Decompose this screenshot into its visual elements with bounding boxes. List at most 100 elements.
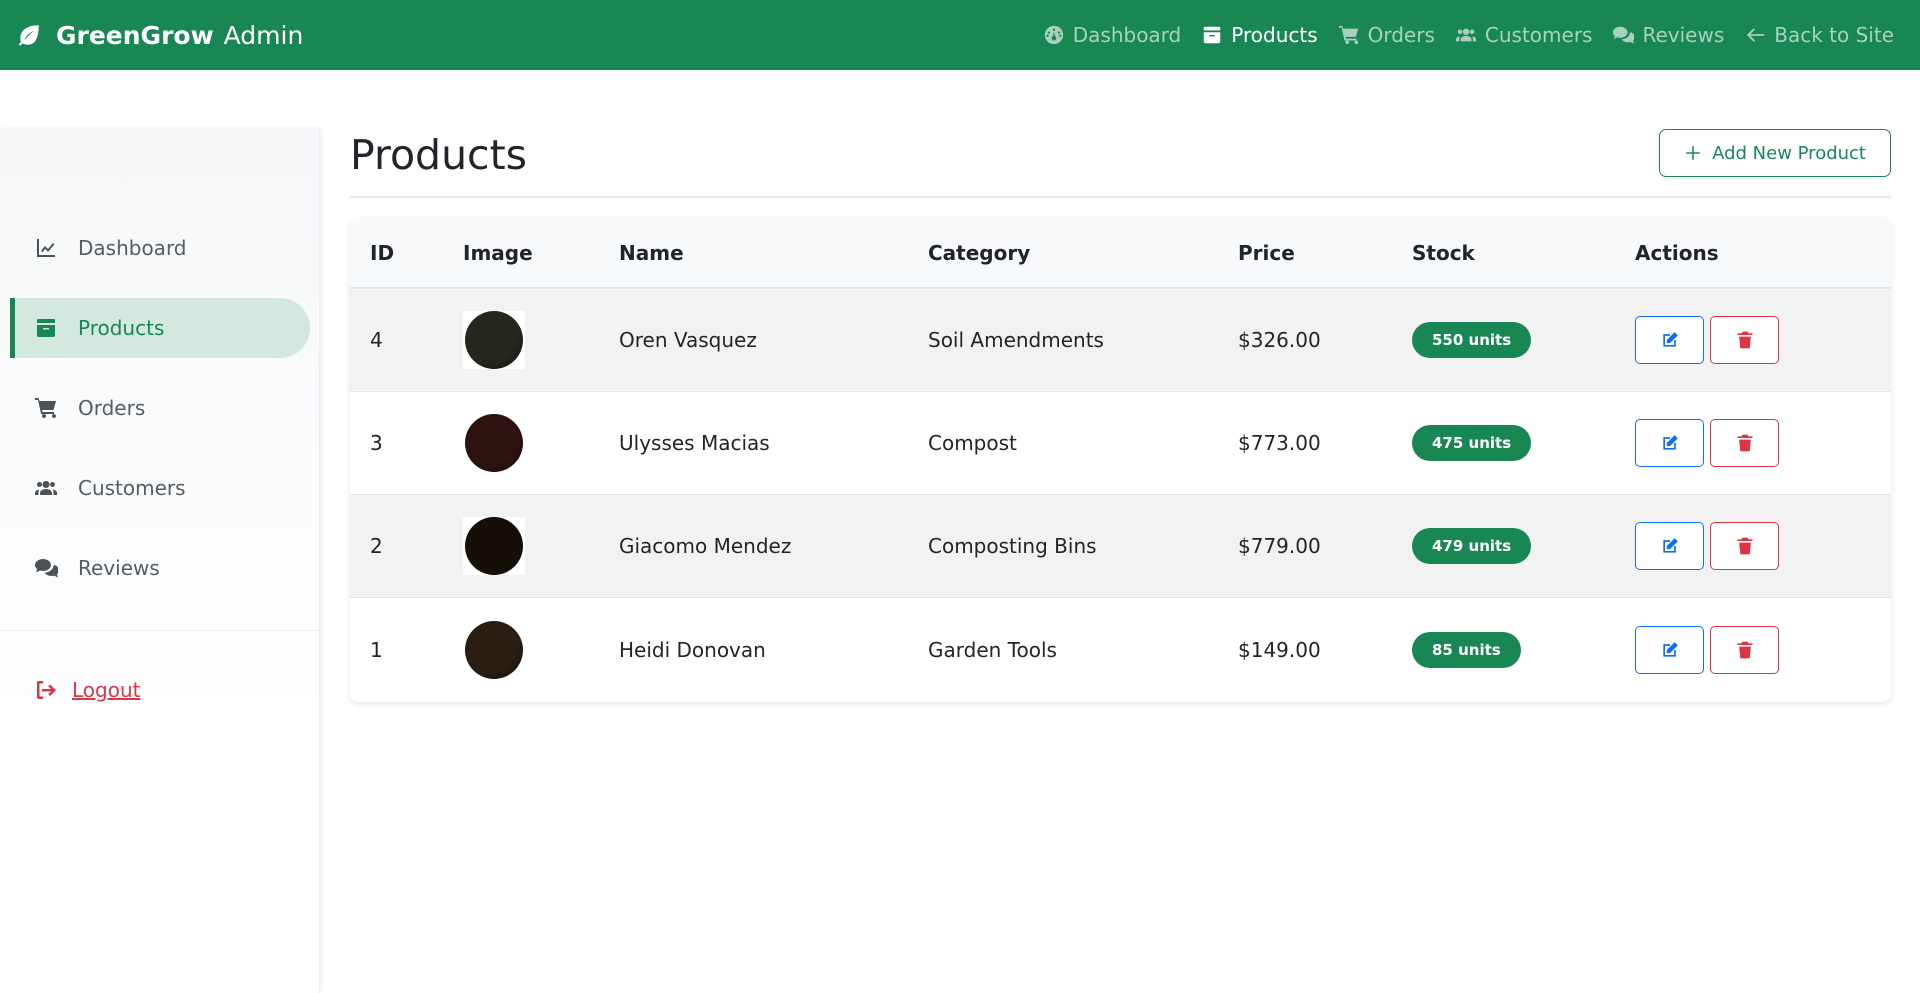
sidebar-item-customers[interactable]: Customers [10, 458, 310, 518]
logout-link[interactable]: Logout [34, 678, 140, 702]
topnav-back-to-site[interactable]: Back to Site [1734, 0, 1904, 70]
edit-icon [1662, 331, 1678, 347]
chart-line-icon [37, 239, 55, 257]
sidebar-item-orders[interactable]: Orders [10, 378, 310, 438]
product-thumbnail[interactable] [463, 620, 525, 679]
column-header-name[interactable]: Name [599, 218, 908, 288]
cell-stock: 85 units [1392, 597, 1615, 702]
users-icon [35, 481, 57, 495]
topnav-customers-label: Customers [1484, 23, 1593, 47]
cell-price: $149.00 [1238, 637, 1321, 662]
cell-name: Giacomo Mendez [619, 533, 792, 558]
box-icon [1204, 26, 1221, 44]
delete-button[interactable] [1710, 418, 1779, 467]
column-header-actions[interactable]: Actions [1615, 218, 1891, 288]
cell-stock: 550 units [1392, 288, 1615, 391]
trash-icon [1737, 537, 1752, 554]
product-thumbnail[interactable] [463, 413, 525, 472]
cart-icon [1338, 25, 1358, 45]
trash-icon [1737, 641, 1752, 659]
cell-id: 1 [370, 637, 383, 662]
sidebar-menu: Dashboard Products Orders Customers Revi… [10, 218, 310, 618]
edit-button[interactable] [1635, 625, 1704, 674]
stock-badge: 475 units [1412, 424, 1532, 461]
sidebar-item-dashboard[interactable]: Dashboard [10, 218, 310, 278]
comments-icon [35, 559, 58, 578]
leaf-icon [18, 25, 39, 46]
trash-icon [1737, 434, 1752, 451]
cell-id: 3 [370, 430, 383, 455]
cart-icon [35, 398, 56, 419]
sidebar-item-products[interactable]: Products [10, 298, 310, 358]
edit-button[interactable] [1635, 315, 1704, 364]
topnav-reviews-label: Reviews [1642, 23, 1725, 47]
topnav-orders[interactable]: Orders [1328, 0, 1445, 70]
stock-badge: 550 units [1412, 321, 1532, 358]
sign-out-icon [37, 681, 56, 699]
top-navbar: GreenGrow Admin Dashboard Products Order… [0, 0, 1920, 70]
topnav-products[interactable]: Products [1191, 0, 1327, 70]
product-image [465, 620, 523, 679]
sidebar-item-label: Reviews [78, 556, 160, 580]
logout-label: Logout [72, 678, 141, 702]
sidebar-item-label: Products [78, 316, 165, 340]
table-row: 1 Heidi Donovan Garden Tools $149.00 85 … [350, 597, 1891, 702]
cell-category: Garden Tools [928, 637, 1057, 662]
arrow-left-icon [1747, 28, 1765, 42]
delete-button[interactable] [1710, 521, 1779, 570]
brand-name: GreenGrow [56, 20, 214, 50]
column-header-id[interactable]: ID [350, 218, 443, 288]
cell-image [443, 288, 599, 391]
sidebar: Dashboard Products Orders Customers Revi… [0, 128, 320, 993]
cell-actions [1615, 597, 1891, 702]
cell-name: Oren Vasquez [619, 327, 757, 352]
product-thumbnail[interactable] [463, 516, 525, 575]
cell-id: 2 [370, 533, 383, 558]
cell-category: Soil Amendments [928, 327, 1104, 352]
cell-stock: 475 units [1392, 391, 1615, 494]
edit-icon [1662, 641, 1678, 657]
top-nav: Dashboard Products Orders Customers Revi… [1033, 0, 1904, 70]
stock-badge: 479 units [1412, 527, 1532, 564]
sidebar-item-label: Orders [78, 396, 146, 420]
delete-button[interactable] [1710, 625, 1779, 674]
sidebar-item-reviews[interactable]: Reviews [10, 538, 310, 598]
topnav-orders-label: Orders [1367, 23, 1435, 47]
column-header-image[interactable]: Image [443, 218, 599, 288]
products-table-card: ID Image Name Category Price Stock Actio… [350, 218, 1891, 702]
cell-actions [1615, 494, 1891, 597]
product-thumbnail[interactable] [463, 310, 525, 369]
page-header: Products Add New Product [350, 128, 1891, 198]
add-product-button[interactable]: Add New Product [1659, 129, 1891, 177]
tachometer-icon [1044, 25, 1063, 45]
table-row: 4 Oren Vasquez Soil Amendments $326.00 5… [350, 288, 1891, 391]
box-icon [37, 319, 55, 337]
edit-icon [1662, 537, 1678, 553]
product-image [465, 516, 523, 575]
topnav-reviews[interactable]: Reviews [1602, 0, 1734, 70]
cell-price: $773.00 [1238, 430, 1321, 455]
sidebar-item-label: Customers [78, 476, 186, 500]
column-header-category[interactable]: Category [908, 218, 1218, 288]
edit-button[interactable] [1635, 418, 1704, 467]
products-table: ID Image Name Category Price Stock Actio… [350, 218, 1891, 702]
topnav-dashboard[interactable]: Dashboard [1033, 0, 1192, 70]
table-row: 3 Ulysses Macias Compost $773.00 475 uni… [350, 391, 1891, 494]
cell-image [443, 494, 599, 597]
cell-category: Compost [928, 430, 1017, 455]
cell-image [443, 391, 599, 494]
edit-icon [1662, 434, 1678, 450]
delete-button[interactable] [1710, 315, 1779, 364]
cell-price: $779.00 [1238, 533, 1321, 558]
topnav-customers[interactable]: Customers [1445, 0, 1603, 70]
column-header-price[interactable]: Price [1218, 218, 1392, 288]
product-image [465, 413, 523, 472]
page-title: Products [350, 131, 528, 179]
cell-actions [1615, 288, 1891, 391]
edit-button[interactable] [1635, 521, 1704, 570]
brand[interactable]: GreenGrow Admin [16, 21, 303, 50]
column-header-stock[interactable]: Stock [1392, 218, 1615, 288]
sidebar-item-label: Dashboard [78, 236, 187, 260]
product-image [465, 310, 523, 369]
stock-badge: 85 units [1412, 631, 1521, 668]
